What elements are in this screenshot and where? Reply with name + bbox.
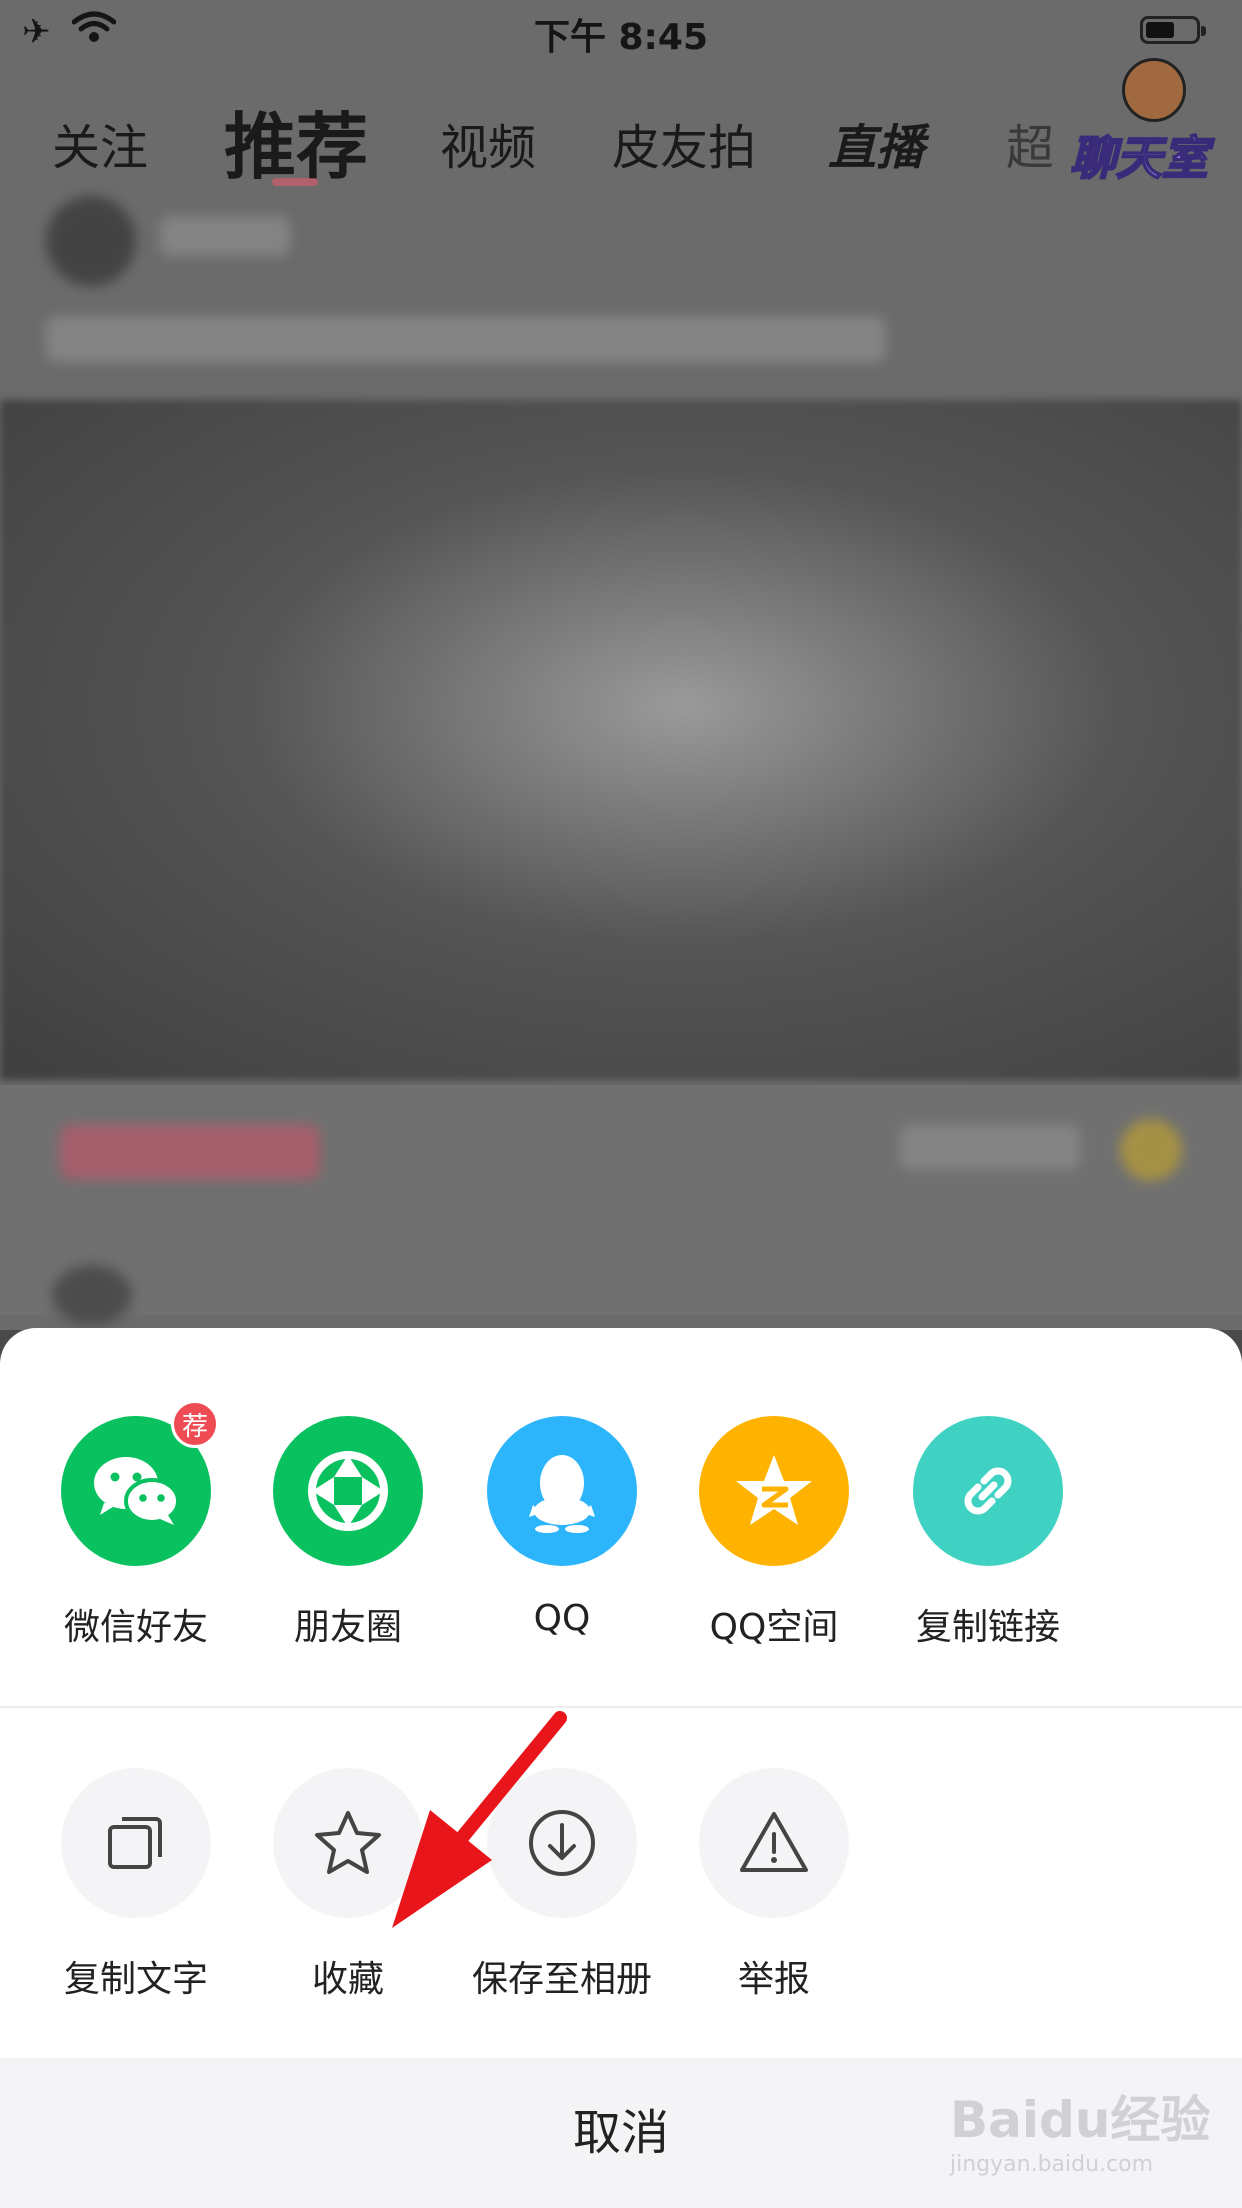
annotation-arrow-icon <box>392 1711 567 1928</box>
moments-icon <box>273 1416 423 1566</box>
post-footer-blur <box>0 1085 1242 1325</box>
share-sheet: 荐 微信好友 朋友圈 QQ QQ空间 复制链接 复制文字 收藏 保存至相册 举报… <box>0 1328 1242 2208</box>
chatroom-button[interactable]: 聊天室 <box>1066 58 1216 186</box>
link-icon <box>913 1416 1063 1566</box>
action-label: 保存至相册 <box>471 1959 652 2000</box>
tab-pyp[interactable]: 皮友拍 <box>612 108 756 178</box>
share-label: QQ空间 <box>709 1607 839 1648</box>
share-label: 微信好友 <box>63 1607 208 1648</box>
report-button[interactable]: 举报 <box>674 1768 874 2002</box>
wechat-icon: 荐 <box>61 1400 219 1566</box>
status-bar: ✈ 下午 8:45 <box>0 0 1242 60</box>
tab-video[interactable]: 视频 <box>440 108 536 178</box>
background-feed: ✈ 下午 8:45 关注 推荐 视频 皮友拍 直播 超 聊天室 <box>0 0 1242 1330</box>
action-label: 收藏 <box>311 1959 384 2000</box>
baidu-watermark: Baidu经验 jingyan.baidu.com <box>950 2080 1211 2190</box>
top-tab-bar: 关注 推荐 视频 皮友拍 直播 超 <box>0 60 1242 189</box>
share-label: 朋友圈 <box>293 1607 402 1648</box>
copy-text-button[interactable]: 复制文字 <box>36 1768 236 2002</box>
post-image <box>0 400 1242 1080</box>
copy-icon <box>61 1768 211 1918</box>
battery-icon <box>1140 16 1206 44</box>
tab-follow[interactable]: 关注 <box>52 108 148 178</box>
watermark-logo: Baidu经验 <box>950 2091 1211 2149</box>
divider <box>0 1706 1242 1708</box>
share-wechat-button[interactable]: 荐 微信好友 <box>36 1400 236 1650</box>
username-blur <box>160 216 290 256</box>
post-text-blur <box>46 316 886 362</box>
warning-icon <box>699 1768 849 1918</box>
copy-link-button[interactable]: 复制链接 <box>888 1416 1088 1650</box>
qq-icon <box>487 1416 637 1566</box>
share-qzone-button[interactable]: QQ空间 <box>674 1416 874 1650</box>
share-moments-button[interactable]: 朋友圈 <box>248 1416 448 1650</box>
tab-live[interactable]: 直播 <box>828 108 924 178</box>
qzone-icon <box>699 1416 849 1566</box>
mascot-icon <box>1122 58 1186 122</box>
action-label: 举报 <box>737 1959 810 2000</box>
recommend-badge: 荐 <box>171 1400 219 1448</box>
chatroom-label: 聊天室 <box>1069 130 1209 186</box>
action-label: 复制文字 <box>63 1959 208 2000</box>
status-time: 下午 8:45 <box>533 17 709 58</box>
active-tab-indicator <box>272 178 318 186</box>
avatar <box>46 196 136 286</box>
share-label: QQ <box>533 1598 591 1639</box>
share-label: 复制链接 <box>915 1607 1060 1648</box>
share-qq-button[interactable]: QQ <box>462 1416 662 1639</box>
tab-more[interactable]: 超 <box>1006 108 1054 178</box>
watermark-url: jingyan.baidu.com <box>950 2152 1154 2177</box>
